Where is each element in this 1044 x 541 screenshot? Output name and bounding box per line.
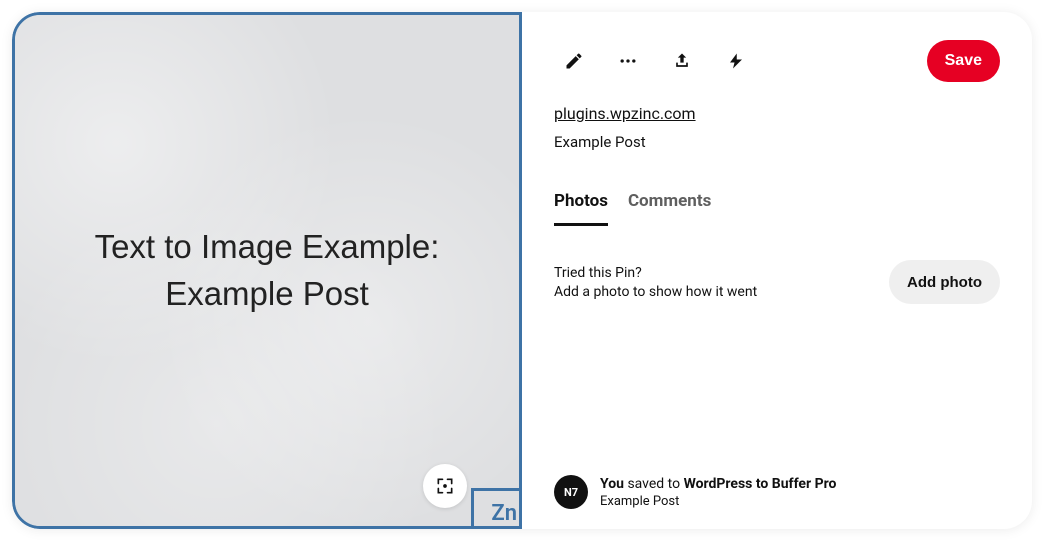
attribution-text: You saved to WordPress to Buffer Pro Exa… [600,476,836,509]
tried-question: Tried this Pin? [554,265,757,281]
tabs: Photos Comments [554,191,1000,226]
watermark: Zn [471,488,519,526]
zoom-button[interactable] [423,464,467,508]
toolbar: Save [554,40,1000,82]
pin-details: Save plugins.wpzinc.com Example Post Pho… [522,12,1032,529]
tried-subtext: Add a photo to show how it went [554,284,757,300]
save-button[interactable]: Save [927,40,1000,82]
zoom-icon [435,476,455,496]
avatar[interactable]: N7 [554,475,588,509]
more-button[interactable] [608,41,648,81]
add-photo-button[interactable]: Add photo [889,260,1000,304]
avatar-text: N7 [564,486,578,499]
attribution-you: You [600,476,624,492]
share-icon [672,51,692,71]
pencil-icon [564,51,584,71]
pin-image-area: Text to Image Example: Example Post Zn [12,12,522,529]
attribution-board[interactable]: WordPress to Buffer Pro [684,476,837,492]
tried-text: Tried this Pin? Add a photo to show how … [554,265,757,300]
quick-action-button[interactable] [716,41,756,81]
attribution-line1: You saved to WordPress to Buffer Pro [600,476,836,492]
more-icon [618,51,638,71]
tab-comments[interactable]: Comments [628,191,711,226]
pin-image-text-line1: Text to Image Example: [95,224,440,270]
pin-title: Example Post [554,133,1000,151]
pin-card: Text to Image Example: Example Post Zn [12,12,1032,529]
watermark-text: Zn [491,501,517,526]
edit-button[interactable] [554,41,594,81]
tab-photos[interactable]: Photos [554,191,608,226]
attribution: N7 You saved to WordPress to Buffer Pro … [554,463,1000,509]
pin-image-text-line2: Example Post [95,271,440,317]
share-button[interactable] [662,41,702,81]
tried-section: Tried this Pin? Add a photo to show how … [554,260,1000,304]
source-link[interactable]: plugins.wpzinc.com [554,104,1000,123]
pin-image-text: Text to Image Example: Example Post [95,224,440,316]
attribution-subtitle: Example Post [600,494,836,509]
attribution-saved-to: saved to [624,476,684,492]
lightning-icon [727,52,745,70]
